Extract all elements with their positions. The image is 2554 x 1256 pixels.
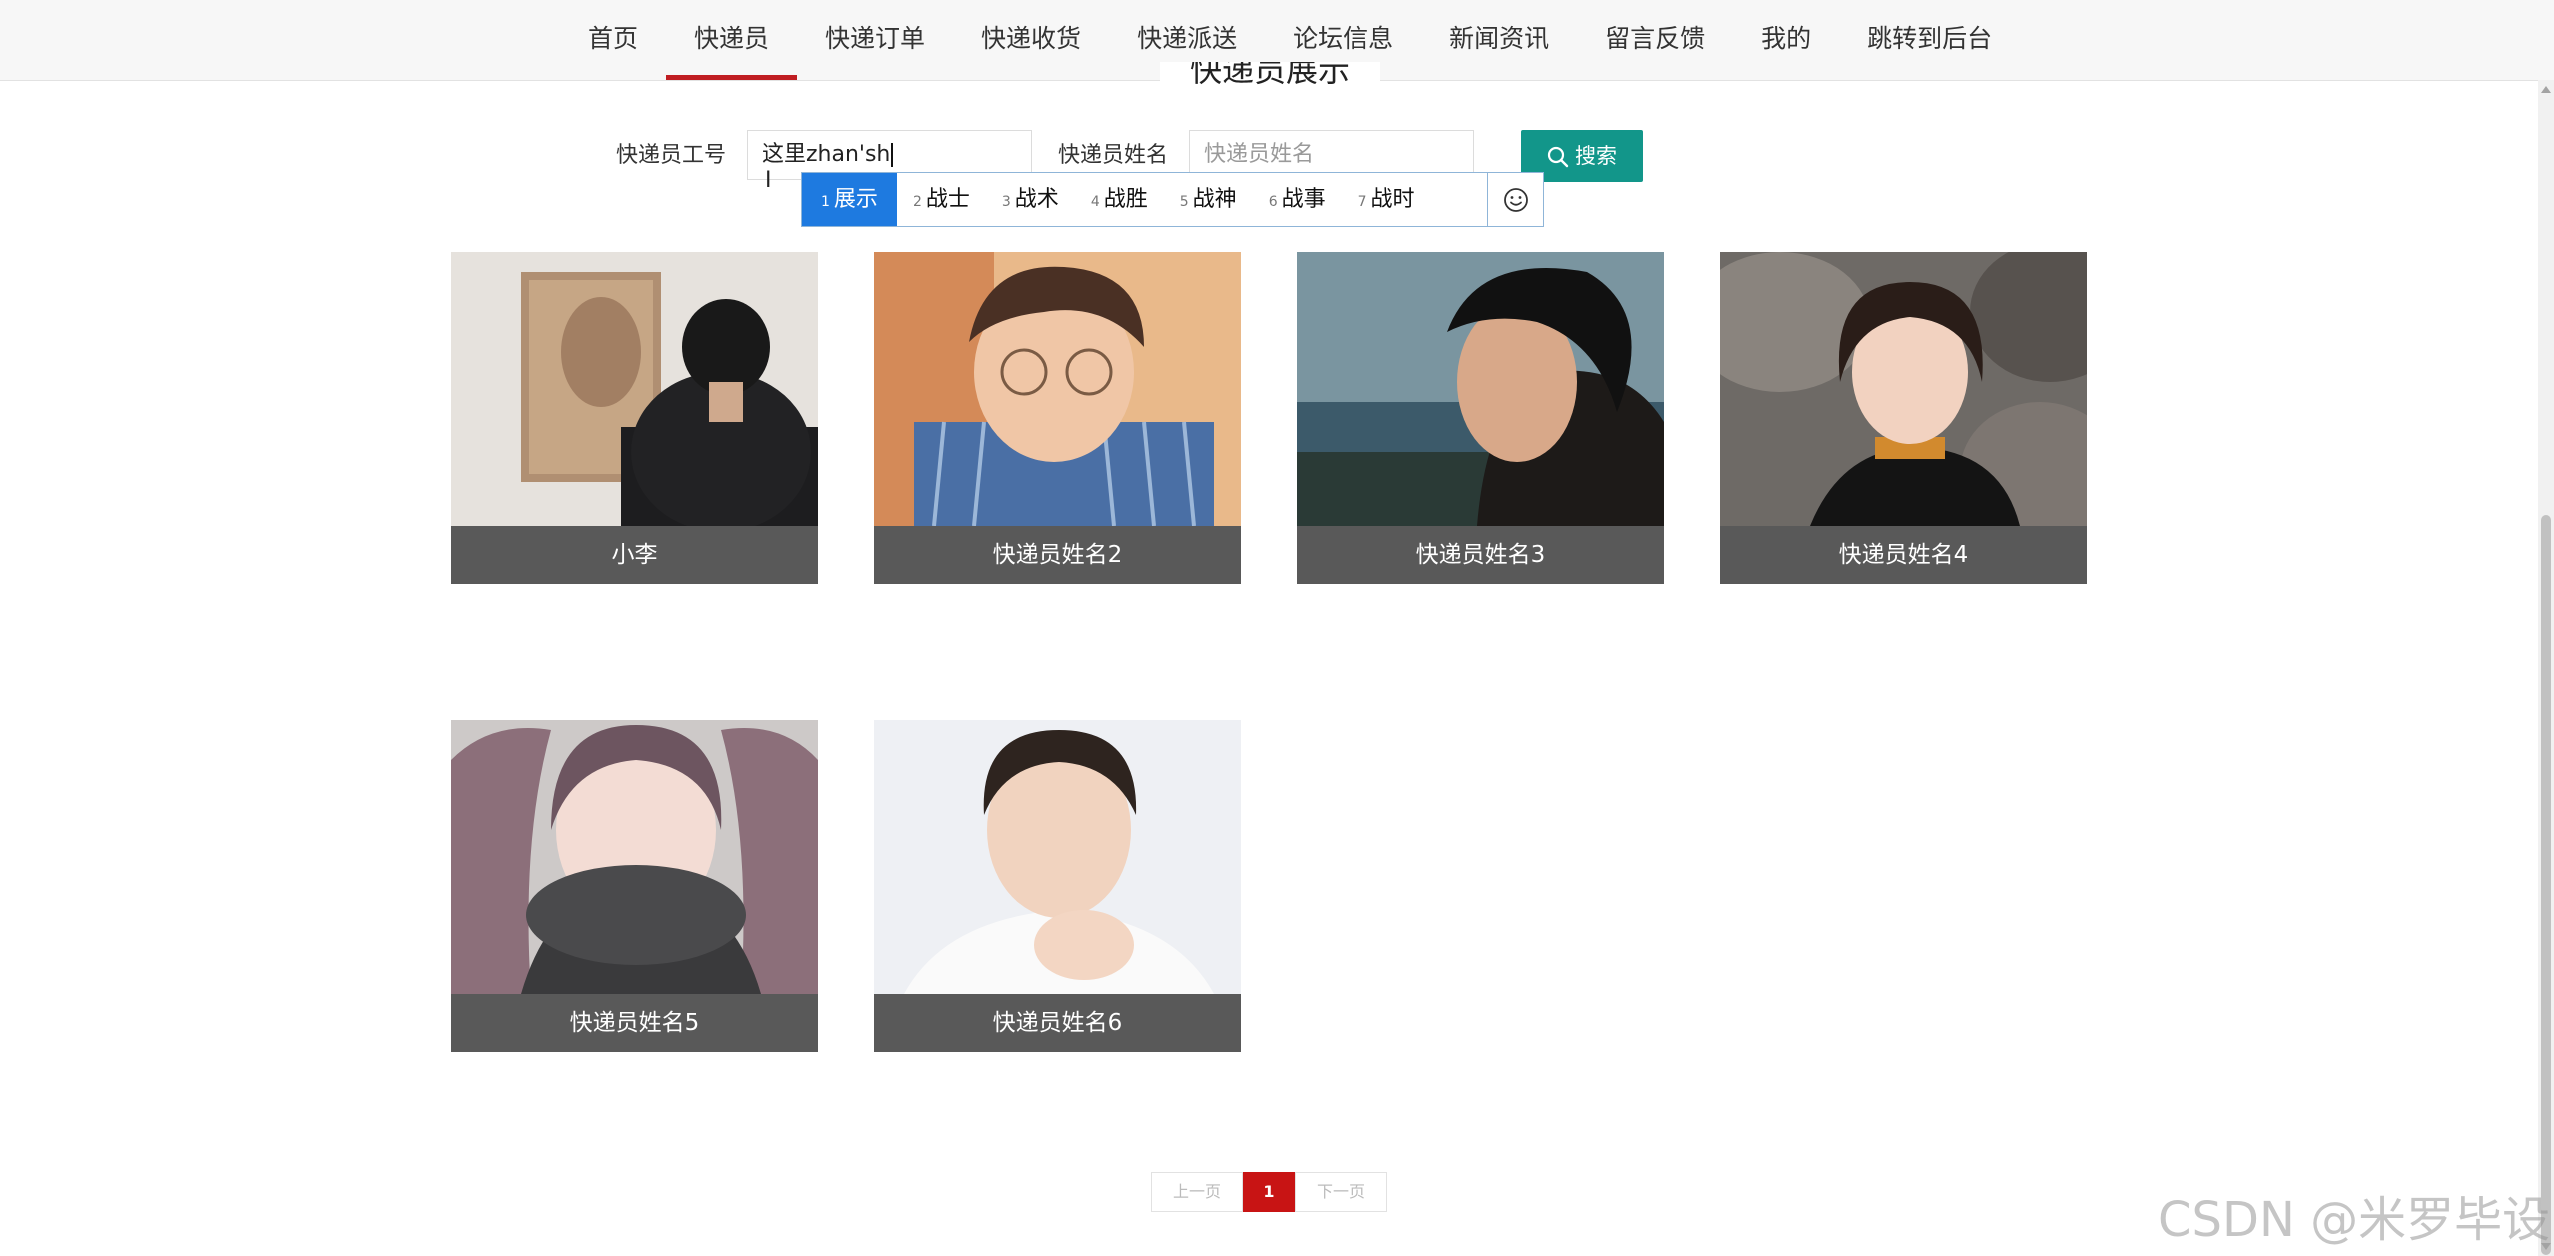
- courier-photo-1: [451, 252, 818, 526]
- courier-name-5: 快递员姓名5: [451, 994, 818, 1052]
- courier-name-2: 快递员姓名2: [874, 526, 1241, 584]
- text-caret: [891, 143, 894, 167]
- courier-card-2[interactable]: 快递员姓名2: [874, 252, 1241, 584]
- ime-candidate-7[interactable]: 7 战时: [1342, 173, 1431, 226]
- courier-id-value: 这里zhan'sh: [762, 142, 891, 167]
- courier-name-3: 快递员姓名3: [1297, 526, 1664, 584]
- page-title-text: 快递员展示: [1189, 62, 1350, 89]
- scroll-up-icon[interactable]: [2541, 86, 2551, 93]
- nav-item-receiving[interactable]: 快递收货: [953, 0, 1109, 80]
- scrollbar-thumb[interactable]: [2541, 515, 2551, 1255]
- courier-photo-6: [874, 720, 1241, 994]
- courier-card-6[interactable]: 快递员姓名6: [874, 720, 1241, 1052]
- nav-item-news[interactable]: 新闻资讯: [1421, 0, 1577, 80]
- prev-page-button[interactable]: 上一页: [1151, 1172, 1243, 1212]
- current-page-button[interactable]: 1: [1243, 1172, 1295, 1212]
- ime-candidate-1[interactable]: 1 展示: [802, 173, 897, 226]
- search-icon: [1547, 146, 1569, 168]
- nav-item-orders[interactable]: 快递订单: [797, 0, 953, 80]
- next-page-button[interactable]: 下一页: [1295, 1172, 1387, 1212]
- ime-candidate-bar: 1 展示 2 战士 3 战术 4 战胜 5 战神 6 战事 7 战时: [801, 172, 1544, 227]
- watermark: CSDN @米罗毕设: [2158, 1192, 2551, 1248]
- ime-emoji-button[interactable]: [1487, 173, 1543, 226]
- ime-candidate-4[interactable]: 4 战胜: [1075, 173, 1164, 226]
- nav-item-home[interactable]: 首页: [560, 0, 666, 80]
- courier-card-4[interactable]: 快递员姓名4: [1720, 252, 2087, 584]
- smiley-icon: [1503, 187, 1528, 212]
- courier-photo-3: [1297, 252, 1664, 526]
- ime-candidate-3[interactable]: 3 战术: [986, 173, 1075, 226]
- ime-candidate-2[interactable]: 2 战士: [897, 173, 986, 226]
- text-cursor-icon: I: [765, 168, 772, 193]
- nav-item-courier[interactable]: 快递员: [666, 0, 798, 80]
- courier-photo-5: [451, 720, 818, 994]
- courier-id-label: 快递员工号: [616, 143, 727, 168]
- ime-candidate-5[interactable]: 5 战神: [1164, 173, 1253, 226]
- nav-item-admin[interactable]: 跳转到后台: [1839, 0, 2020, 80]
- nav-item-feedback[interactable]: 留言反馈: [1577, 0, 1733, 80]
- page-scrollbar[interactable]: [2538, 80, 2554, 1256]
- courier-card-3[interactable]: 快递员姓名3: [1297, 252, 1664, 584]
- courier-name-4: 快递员姓名4: [1720, 526, 2087, 584]
- pagination: 上一页 1 下一页: [1151, 1172, 1387, 1212]
- courier-card-1[interactable]: 小李: [451, 252, 818, 584]
- courier-name-6: 快递员姓名6: [874, 994, 1241, 1052]
- page-title: 快递员展示: [1160, 62, 1380, 106]
- search-button-label: 搜索: [1575, 144, 1617, 168]
- courier-name-1: 小李: [451, 526, 818, 584]
- ime-candidate-6[interactable]: 6 战事: [1253, 173, 1342, 226]
- courier-card-5[interactable]: 快递员姓名5: [451, 720, 818, 1052]
- nav-item-mine[interactable]: 我的: [1733, 0, 1839, 80]
- courier-photo-2: [874, 252, 1241, 526]
- courier-name-placeholder: 快递员姓名: [1204, 142, 1315, 167]
- courier-photo-4: [1720, 252, 2087, 526]
